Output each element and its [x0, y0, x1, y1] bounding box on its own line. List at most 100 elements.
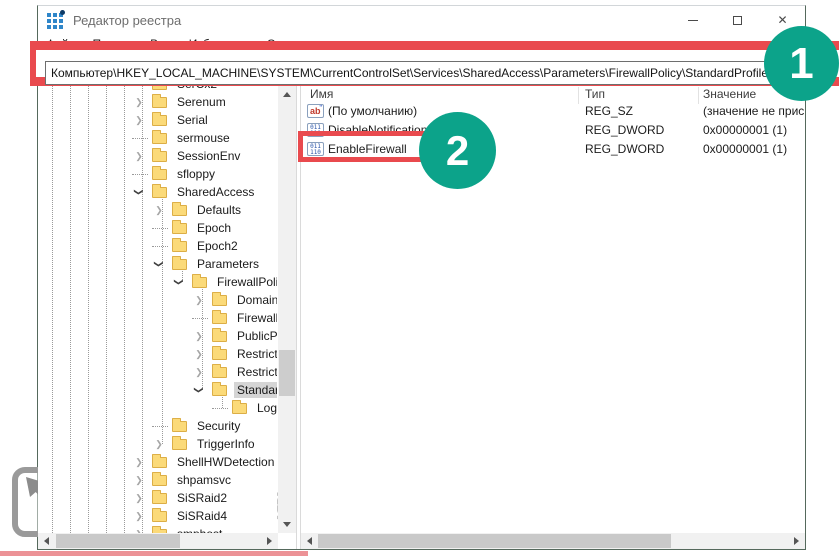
- scroll-right-button[interactable]: [261, 533, 278, 549]
- tree-item-epoch[interactable]: Epoch: [38, 219, 277, 237]
- expand-chevron-icon[interactable]: [132, 95, 146, 109]
- arrow-right-icon: [794, 537, 803, 545]
- value-name[interactable]: (По умолчанию): [328, 104, 417, 118]
- list-horizontal-scrollbar[interactable]: [301, 533, 805, 549]
- tree-item-label[interactable]: SiSRaid4: [174, 508, 230, 524]
- tree-item-label[interactable]: sfloppy: [174, 166, 218, 182]
- value-data: 0x00000001 (1): [703, 123, 787, 137]
- collapse-chevron-icon[interactable]: [172, 275, 186, 289]
- tree-item-label[interactable]: Epoch2: [194, 238, 241, 254]
- tree-item-sermouse[interactable]: sermouse: [38, 129, 277, 147]
- tree-item-sharedaccess[interactable]: SharedAccess: [38, 183, 277, 201]
- folder-icon: [232, 403, 247, 414]
- tree-item-label[interactable]: Serial: [174, 112, 211, 128]
- scroll-down-button[interactable]: [278, 516, 296, 533]
- tree-item-firewallpolicy[interactable]: FirewallPolicy: [38, 273, 277, 291]
- expand-chevron-icon[interactable]: [132, 473, 146, 487]
- scroll-left-button[interactable]: [38, 533, 55, 549]
- maximize-button[interactable]: [715, 6, 760, 34]
- tree-item-shpamsvc[interactable]: shpamsvc: [38, 471, 277, 489]
- folder-icon: [212, 313, 227, 324]
- tree-item-epoch2[interactable]: Epoch2: [38, 237, 277, 255]
- tree-item-standardprofile[interactable]: StandardProfile: [38, 381, 277, 399]
- folder-icon: [192, 277, 207, 288]
- scrollbar-thumb[interactable]: [318, 534, 671, 548]
- tree-pane: SerCx2SerenumSerialsermouseSessionEnvsfl…: [38, 75, 277, 533]
- tree-item-security[interactable]: Security: [38, 417, 277, 435]
- step-badge-2: 2: [419, 112, 496, 189]
- expand-chevron-icon[interactable]: [132, 455, 146, 469]
- collapse-chevron-icon[interactable]: [152, 257, 166, 271]
- tree-vertical-scrollbar[interactable]: [278, 86, 296, 533]
- tree-item-triggerinfo[interactable]: TriggerInfo: [38, 435, 277, 453]
- tree-item-restrictedinterfaces[interactable]: RestrictedInterfaces: [38, 345, 277, 363]
- tree-item-sisraid4[interactable]: SiSRaid4: [38, 507, 277, 525]
- tree-item-label[interactable]: SharedAccess: [174, 184, 257, 200]
- collapse-chevron-icon[interactable]: [132, 185, 146, 199]
- tree-item-label[interactable]: FirewallPolicy: [214, 274, 277, 290]
- expand-chevron-icon[interactable]: [132, 149, 146, 163]
- tree-horizontal-scrollbar[interactable]: [38, 533, 278, 549]
- expand-chevron-icon[interactable]: [132, 509, 146, 523]
- tree-item-label[interactable]: Epoch: [194, 220, 234, 236]
- tree-item-label[interactable]: DomainProfile: [234, 292, 277, 308]
- tree-item-serenum[interactable]: Serenum: [38, 93, 277, 111]
- registry-app-icon: [47, 12, 64, 29]
- scrollbar-thumb[interactable]: [56, 534, 180, 548]
- tree-item-restrictedservices[interactable]: RestrictedServices: [38, 363, 277, 381]
- tree-item-label[interactable]: Serenum: [174, 94, 229, 110]
- address-bar[interactable]: [45, 61, 785, 85]
- tree-item-label[interactable]: RestrictedServices: [234, 364, 277, 380]
- column-name[interactable]: Имя: [310, 87, 333, 101]
- expand-chevron-icon[interactable]: [132, 491, 146, 505]
- scroll-right-button[interactable]: [788, 533, 805, 549]
- tree-item-label[interactable]: Logging: [254, 400, 277, 416]
- tree-item-label[interactable]: TriggerInfo: [194, 436, 258, 452]
- tree-item-label[interactable]: StandardProfile: [234, 382, 277, 398]
- scroll-left-button[interactable]: [301, 533, 318, 549]
- expand-chevron-icon[interactable]: [192, 365, 206, 379]
- address-bar-container: [36, 50, 839, 77]
- tree-item-sfloppy[interactable]: sfloppy: [38, 165, 277, 183]
- tree-item-publicprofile[interactable]: PublicProfile: [38, 327, 277, 345]
- tree-item-sessionenv[interactable]: SessionEnv: [38, 147, 277, 165]
- tree-item-label[interactable]: shpamsvc: [174, 472, 234, 488]
- expand-chevron-icon[interactable]: [192, 329, 206, 343]
- tree-item-label[interactable]: sermouse: [174, 130, 233, 146]
- expand-chevron-icon[interactable]: [152, 203, 166, 217]
- expand-chevron-icon[interactable]: [152, 437, 166, 451]
- folder-icon: [172, 223, 187, 234]
- tree-item-sisraid2[interactable]: SiSRaid2: [38, 489, 277, 507]
- tree-item-defaults[interactable]: Defaults: [38, 201, 277, 219]
- tree-item-label[interactable]: PublicProfile: [234, 328, 277, 344]
- screenshot: Редактор реестра Файл Правка Вид Избранн…: [0, 0, 839, 557]
- tree-item-shellhwdetection[interactable]: ShellHWDetection: [38, 453, 277, 471]
- collapse-chevron-icon[interactable]: [192, 383, 206, 397]
- tree-item-label[interactable]: Defaults: [194, 202, 244, 218]
- tree-item-firewallrules[interactable]: FirewallRules: [38, 309, 277, 327]
- expand-chevron-icon[interactable]: [192, 347, 206, 361]
- column-value[interactable]: Значение: [703, 87, 756, 101]
- tree-item-label[interactable]: Security: [194, 418, 243, 434]
- tree-item-label[interactable]: RestrictedInterfaces: [234, 346, 277, 362]
- tree-item-serial[interactable]: Serial: [38, 111, 277, 129]
- value-row-поумолчанию[interactable]: (По умолчанию)REG_SZ(значение не присвое…: [301, 101, 805, 120]
- tree-item-logging[interactable]: Logging: [38, 399, 277, 417]
- tree-item-domainprofile[interactable]: DomainProfile: [38, 291, 277, 309]
- folder-icon: [152, 475, 167, 486]
- tree-item-label[interactable]: ShellHWDetection: [174, 454, 277, 470]
- tree-item-parameters[interactable]: Parameters: [38, 255, 277, 273]
- tree-item-label[interactable]: SessionEnv: [174, 148, 243, 164]
- expand-chevron-icon[interactable]: [192, 293, 206, 307]
- minimize-button[interactable]: [670, 6, 715, 34]
- tree-item-label[interactable]: SiSRaid2: [174, 490, 230, 506]
- tree-item-smphost[interactable]: smphost: [38, 525, 277, 533]
- tree-item-label[interactable]: smphost: [174, 526, 225, 533]
- tree-item-label[interactable]: FirewallRules: [234, 310, 277, 326]
- expand-chevron-icon[interactable]: [132, 113, 146, 127]
- scroll-up-button[interactable]: [278, 86, 296, 103]
- tree-item-label[interactable]: Parameters: [194, 256, 262, 272]
- column-type[interactable]: Тип: [585, 87, 605, 101]
- folder-icon: [152, 115, 167, 126]
- scrollbar-thumb[interactable]: [279, 350, 295, 396]
